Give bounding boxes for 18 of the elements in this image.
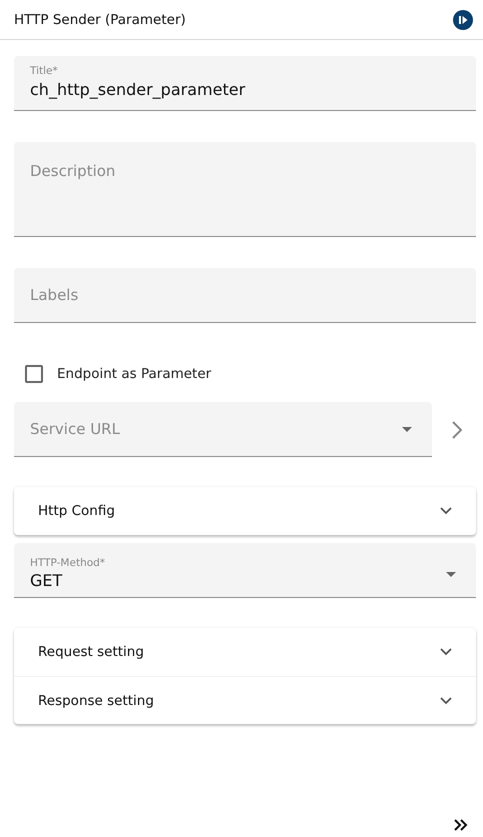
caret-icon xyxy=(402,426,412,432)
field-label: Title* xyxy=(30,64,58,78)
expansion-panel-header[interactable]: Response setting xyxy=(14,676,476,724)
description-field[interactable]: Description xyxy=(14,142,476,237)
chevron-icon xyxy=(440,507,452,515)
chevron-icon xyxy=(440,696,452,704)
chevron-icon xyxy=(440,648,452,656)
input-field[interactable]: Labels xyxy=(14,268,476,323)
expansion-panel-header[interactable]: Http Config xyxy=(14,487,476,535)
double-chevron-icon[interactable] xyxy=(454,819,468,831)
expansion-panel-header[interactable]: Request setting xyxy=(14,628,476,676)
method-select[interactable]: HTTP-Method* GET xyxy=(14,543,476,598)
caret-icon xyxy=(446,572,456,576)
play-icon[interactable] xyxy=(453,10,473,30)
checkbox-label: Endpoint as Parameter xyxy=(57,366,212,382)
checkbox[interactable] xyxy=(25,365,43,383)
chevron-right-icon[interactable] xyxy=(452,420,462,438)
panel-title: HTTP Sender (Parameter) xyxy=(14,12,186,28)
